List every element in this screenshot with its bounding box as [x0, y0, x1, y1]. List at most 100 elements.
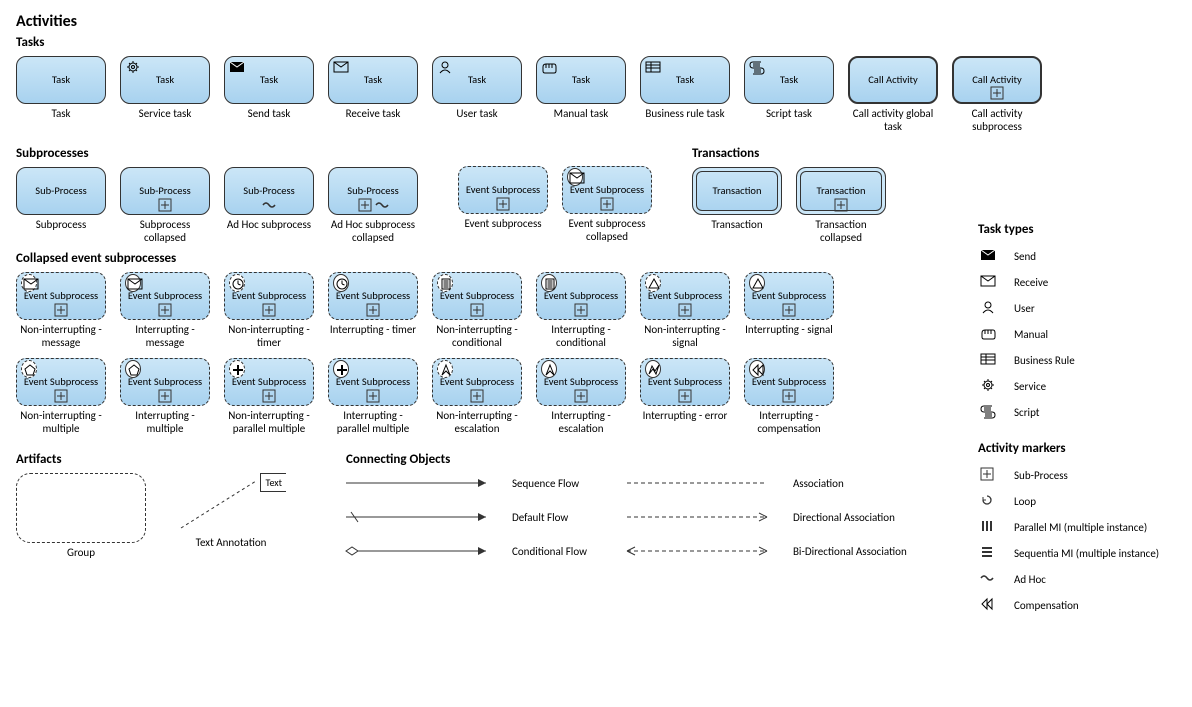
- activity-label: Sub-Process: [243, 185, 294, 197]
- activity-cell: Transaction Transaction: [692, 167, 782, 247]
- user-icon: [978, 301, 1000, 315]
- connector-row: Default Flow: [346, 507, 587, 527]
- rule-icon: [645, 60, 661, 74]
- activity-shape: Task: [16, 56, 106, 104]
- activity-caption: Non-interrupting - conditional: [432, 324, 522, 352]
- activity-shape: Event Subprocess: [536, 272, 626, 320]
- activity-label: Event Subprocess: [544, 290, 618, 302]
- legend-row: Ad Hoc: [978, 566, 1168, 592]
- activity-shape: Transaction: [796, 167, 886, 215]
- connecting-col-2: AssociationDirectional AssociationBi-Dir…: [627, 473, 907, 561]
- activity-label: Task: [364, 74, 382, 86]
- activity-cell: Sub-Process Subprocess: [16, 167, 106, 247]
- activity-cell: Event Subprocess Non-interrupting - para…: [224, 358, 314, 438]
- activity-cell: Event Subprocess Interrupting - signal: [744, 272, 834, 352]
- activity-caption: Ad Hoc subprocess: [227, 219, 311, 247]
- legend: Task types Send Receive User Manual Busi…: [978, 206, 1168, 618]
- connector-label: Bi-Directional Association: [793, 545, 907, 558]
- event-icon: [645, 276, 661, 290]
- activity-label: Event Subprocess: [648, 290, 722, 302]
- plusbox-marker-icon: [263, 389, 276, 402]
- activity-label: Sub-Process: [347, 185, 398, 197]
- group-caption: Group: [67, 547, 95, 575]
- gear-icon: [978, 379, 1000, 393]
- plusbox-marker-icon: [601, 197, 614, 210]
- activity-caption: Task: [51, 108, 70, 136]
- activity-shape: Event Subprocess: [120, 272, 210, 320]
- activity-cell: Event Subprocess Interrupting - conditio…: [536, 272, 626, 352]
- activity-caption: Interrupting - message: [120, 324, 210, 352]
- heading-activity-markers: Activity markers: [978, 441, 1168, 456]
- legend-label: Receive: [1014, 276, 1048, 289]
- event-icon: [125, 362, 141, 376]
- activity-cell: Task Service task: [120, 56, 210, 136]
- activity-shape: Task: [744, 56, 834, 104]
- heading-task-types: Task types: [978, 222, 1168, 237]
- activity-label: Event Subprocess: [232, 290, 306, 302]
- activity-cell: Task Send task: [224, 56, 314, 136]
- activity-shape: Task: [432, 56, 522, 104]
- connector-label: Conditional Flow: [512, 545, 587, 558]
- activity-label: Task: [676, 74, 694, 86]
- event-icon: [437, 276, 453, 290]
- legend-label: Service: [1014, 380, 1046, 393]
- activity-caption: Interrupting - timer: [330, 324, 416, 352]
- activity-cell: Sub-Process Ad Hoc subprocess: [224, 167, 314, 247]
- plusbox-marker-icon: [159, 389, 172, 402]
- activity-label: Event Subprocess: [336, 376, 410, 388]
- user-icon: [437, 60, 453, 74]
- activity-cell: Transaction Transaction collapsed: [796, 167, 886, 247]
- activity-shape: Task: [640, 56, 730, 104]
- activity-cell: Event Subprocess Interrupting - multiple: [120, 358, 210, 438]
- event-icon: [541, 276, 557, 290]
- plusbox-marker-icon: [367, 389, 380, 402]
- activity-label: Event Subprocess: [336, 290, 410, 302]
- activity-caption: Interrupting - parallel multiple: [328, 410, 418, 438]
- activity-cell: Sub-Process Ad Hoc subprocess collapsed: [328, 167, 418, 247]
- activity-cell: Event Subprocess Non-interrupting - mess…: [16, 272, 106, 352]
- activity-cell: Event Subprocess Interrupting - timer: [328, 272, 418, 352]
- legend-row: Sequentia MI (multiple instance): [978, 540, 1168, 566]
- subprocesses-row: Sub-Process Subprocess Sub-Process Subpr…: [16, 167, 418, 247]
- plusbox-marker-icon: [358, 198, 371, 211]
- activity-shape: Event Subprocess: [562, 166, 652, 214]
- activity-shape: Event Subprocess: [458, 166, 548, 214]
- heading-tasks: Tasks: [16, 35, 1176, 50]
- activity-caption: Manual task: [554, 108, 609, 136]
- plusbox-marker-icon: [159, 303, 172, 316]
- event-icon: [749, 276, 765, 290]
- activity-cell: Task Business rule task: [640, 56, 730, 136]
- plusbox-marker-icon: [783, 303, 796, 316]
- heading-artifacts: Artifacts: [16, 452, 286, 467]
- legend-row: Parallel MI (multiple instance): [978, 514, 1168, 540]
- event-icon: [541, 362, 557, 376]
- plusbox-marker-icon: [679, 303, 692, 316]
- activity-cell: Event Subprocess Interrupting - message: [120, 272, 210, 352]
- connector-row: Bi-Directional Association: [627, 541, 907, 561]
- activity-shape: Event Subprocess: [744, 358, 834, 406]
- plusbox-marker-icon: [55, 303, 68, 316]
- activity-caption: Call activity subprocess: [952, 108, 1042, 136]
- activity-caption: Non-interrupting - message: [16, 324, 106, 352]
- plusbox-marker-icon: [575, 389, 588, 402]
- connector-label: Default Flow: [512, 511, 568, 524]
- textann-caption: Text Annotation: [196, 537, 267, 565]
- legend-label: Sub-Process: [1014, 469, 1068, 482]
- legend-label: Parallel MI (multiple instance): [1014, 521, 1147, 534]
- activity-caption: Call activity global task: [848, 108, 938, 136]
- connector-label: Association: [793, 477, 844, 490]
- connector-row: Association: [627, 473, 907, 493]
- activity-cell: Event Subprocess Non-interrupting - time…: [224, 272, 314, 352]
- transactions-row: Transaction Transaction Transaction Tran…: [692, 167, 886, 247]
- activity-cell: Event Subprocess Interrupting - parallel…: [328, 358, 418, 438]
- activity-shape: Event Subprocess: [328, 358, 418, 406]
- plusbox-icon: [978, 468, 1000, 482]
- plusbox-marker-icon: [159, 198, 172, 211]
- legend-label: Sequentia MI (multiple instance): [1014, 547, 1159, 560]
- activity-shape: Event Subprocess: [432, 272, 522, 320]
- activity-shape: Sub-Process: [16, 167, 106, 215]
- activity-cell: Task Manual task: [536, 56, 626, 136]
- activity-caption: Event subprocess collapsed: [562, 218, 652, 246]
- rule-icon: [978, 353, 1000, 367]
- loop-icon: [978, 494, 1000, 508]
